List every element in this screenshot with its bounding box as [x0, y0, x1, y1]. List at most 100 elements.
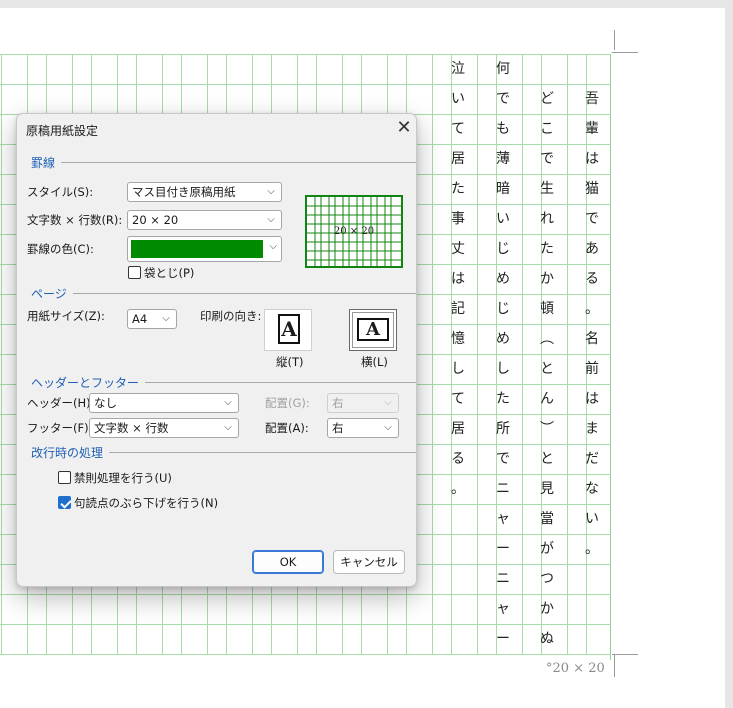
style-select[interactable]: マス目付き原稿用紙 ⌵: [127, 182, 282, 202]
kinsoku-checkbox[interactable]: [58, 471, 71, 484]
landscape-label: 横(L): [361, 355, 388, 369]
paper-size-select[interactable]: A4 ⌵: [127, 309, 177, 329]
char: 丈: [451, 241, 465, 257]
char: は: [585, 391, 599, 407]
char: ー: [496, 631, 510, 647]
close-icon[interactable]: ✕: [394, 119, 414, 139]
grid-line: [0, 654, 611, 655]
char: ぬ: [540, 631, 554, 647]
char: 何: [496, 61, 510, 77]
line-color-swatch: [131, 240, 263, 258]
crop-mark: [614, 30, 615, 50]
char: 。: [451, 481, 465, 497]
char: 頓: [540, 301, 554, 317]
section-header-footer: ヘッダーとフッター: [31, 374, 416, 391]
fukuro-label: 袋とじ(P): [144, 266, 195, 280]
char: し: [451, 361, 465, 377]
char: し: [496, 361, 510, 377]
char: じ: [496, 241, 510, 257]
char: 薄: [496, 151, 510, 167]
char: い: [585, 511, 599, 527]
char: め: [496, 271, 510, 287]
chevron-down-icon: ⌵: [224, 422, 232, 433]
char: か: [540, 271, 554, 287]
char: い: [451, 91, 465, 107]
header-select[interactable]: なし ⌵: [89, 393, 239, 413]
char: で: [540, 151, 554, 167]
footer-position-select-value: 右: [332, 421, 344, 435]
grid-line: [567, 54, 568, 654]
char: 記: [451, 301, 465, 317]
portrait-label: 縦(T): [276, 355, 304, 369]
char: が: [540, 541, 554, 557]
cancel-button[interactable]: キャンセル: [333, 550, 405, 574]
char: か: [540, 601, 554, 617]
line-color-label: 罫線の色(C):: [27, 242, 94, 256]
char: あ: [585, 241, 599, 257]
footer-select[interactable]: 文字数 × 行数 ⌵: [89, 418, 239, 438]
header-position-select[interactable]: 右 ⌵: [327, 393, 399, 413]
orientation-label: 印刷の向き:: [200, 309, 262, 323]
char: る: [451, 451, 465, 467]
grid-size-select-value: 20 × 20: [132, 213, 179, 227]
char: 輩: [585, 121, 599, 137]
char: 。: [585, 301, 599, 317]
grid-size-select[interactable]: 20 × 20 ⌵: [127, 210, 282, 230]
char: と: [540, 361, 554, 377]
paper-size-select-value: A4: [132, 312, 148, 326]
section-header-footer-title: ヘッダーとフッター: [31, 376, 140, 390]
dialog-title: 原稿用紙設定: [26, 124, 99, 138]
footer-position-select[interactable]: 右 ⌵: [327, 418, 399, 438]
fukuro-checkbox[interactable]: [128, 266, 141, 279]
char: 吾: [585, 91, 599, 107]
portrait-option[interactable]: A: [264, 309, 312, 351]
char: 暗: [496, 181, 510, 197]
grid-line: [1, 54, 2, 654]
footer-select-value: 文字数 × 行数: [94, 421, 169, 435]
chevron-down-icon: ⌵: [267, 186, 275, 197]
char: な: [585, 481, 599, 497]
grid-line: [477, 54, 478, 654]
section-page-title: ページ: [31, 287, 67, 301]
char: い: [496, 211, 510, 227]
char: た: [540, 241, 554, 257]
char: は: [451, 271, 465, 287]
chevron-down-icon: ⌵: [224, 397, 232, 408]
footer-position-label: 配置(A):: [265, 421, 309, 435]
char: 名: [585, 331, 599, 347]
char: る: [585, 271, 599, 287]
grid-size-label: 文字数 × 行数(R):: [27, 213, 123, 227]
landscape-option[interactable]: A: [349, 309, 397, 351]
char: て: [451, 121, 465, 137]
char: 生: [540, 181, 554, 197]
section-line-break: 改行時の処理: [31, 444, 416, 461]
chevron-down-icon: ⌵: [384, 422, 392, 433]
char: ︵: [540, 331, 554, 347]
grid-line: [522, 54, 523, 654]
char: 。: [585, 541, 599, 557]
header-label: ヘッダー(H):: [27, 396, 95, 410]
ok-button[interactable]: OK: [252, 550, 324, 574]
char: た: [496, 391, 510, 407]
char: 居: [451, 151, 465, 167]
char: じ: [496, 301, 510, 317]
char: た: [451, 181, 465, 197]
manuscript-settings-dialog: 原稿用紙設定 ✕ 罫線 スタイル(S): マス目付き原稿用紙 ⌵ 文字数 × 行…: [16, 113, 417, 587]
char: も: [496, 121, 510, 137]
char: は: [585, 151, 599, 167]
char: 所: [496, 421, 510, 437]
char: 前: [585, 361, 599, 377]
chevron-down-icon: ⌵: [162, 313, 170, 324]
crop-mark: [612, 654, 638, 655]
chevron-down-icon: ⌵: [384, 397, 392, 408]
grid-line: [432, 54, 433, 654]
char: て: [451, 391, 465, 407]
footer-label: フッター(F):: [27, 421, 93, 435]
grid-size-footer: °20 × 20: [546, 661, 605, 676]
crop-mark: [612, 52, 638, 53]
burasage-checkbox[interactable]: [58, 496, 71, 509]
char: と: [540, 451, 554, 467]
paper-size-label: 用紙サイズ(Z):: [27, 309, 105, 323]
line-color-picker[interactable]: ⌵: [127, 236, 282, 262]
chevron-down-icon: ⌵: [269, 241, 277, 252]
